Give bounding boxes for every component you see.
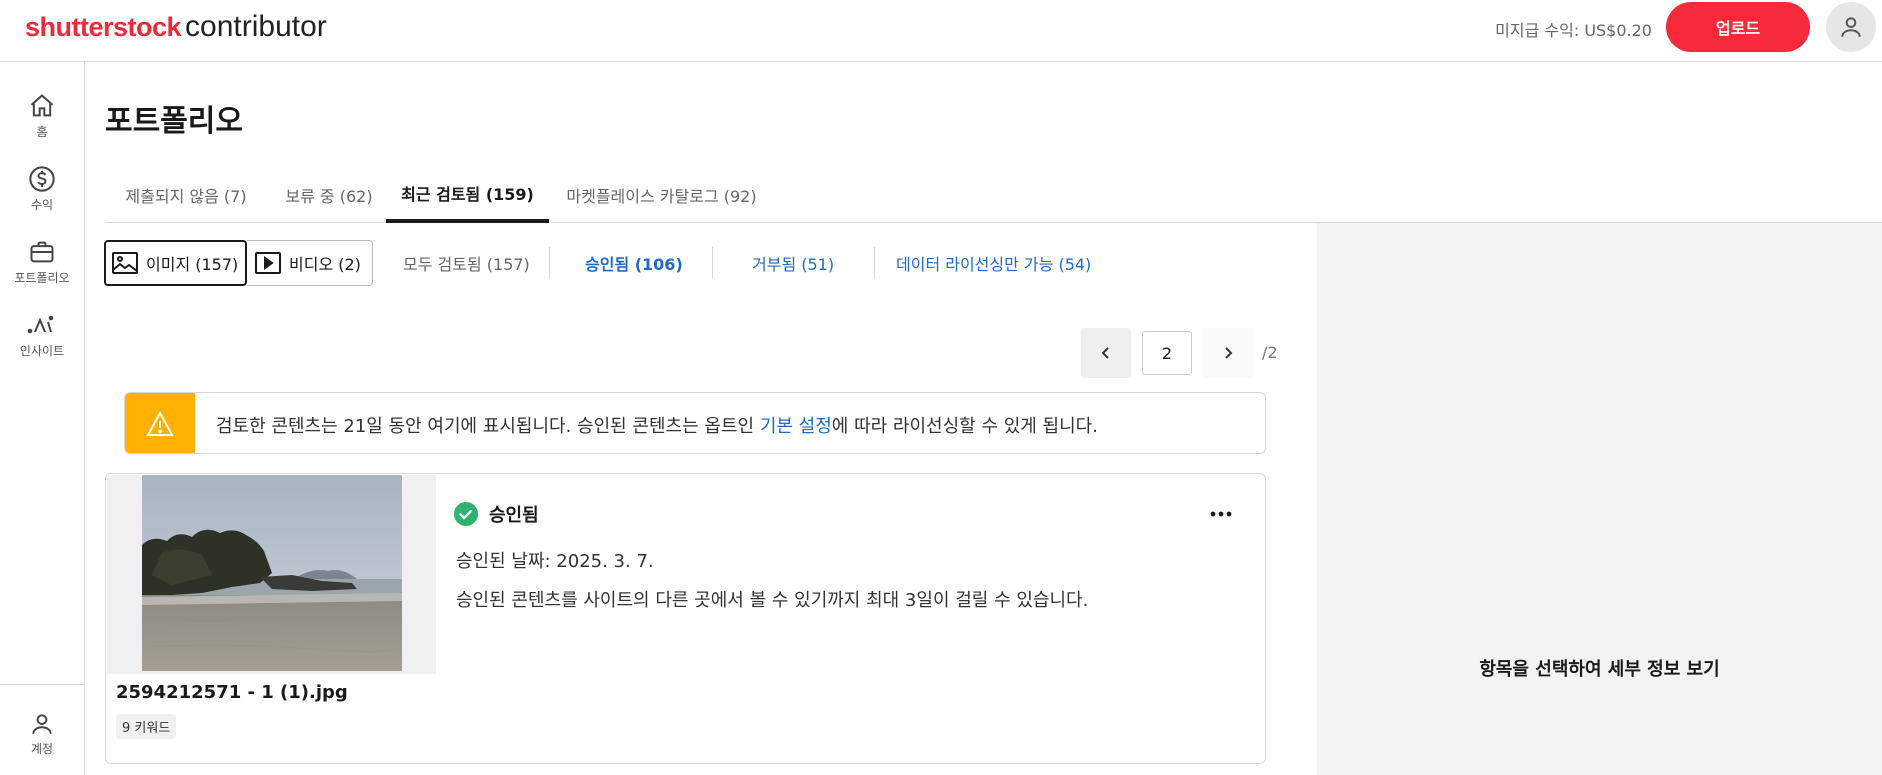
details-placeholder: 항목을 선택하여 세부 정보 보기 [1479, 659, 1720, 680]
sidebar-bottom-section: 계정 [0, 684, 84, 775]
account-avatar-button[interactable] [1826, 2, 1876, 52]
approved-date: 승인된 날짜: 2025. 3. 7. [456, 551, 654, 572]
thumbnail-container [107, 475, 436, 674]
logo-product-text: contributor [185, 10, 327, 43]
unpaid-earnings[interactable]: 미지급 수익: US$0.20 [1495, 17, 1652, 41]
page-number-input[interactable] [1142, 331, 1192, 375]
beach-photo-thumbnail [142, 475, 402, 671]
sidebar-item-label: 인사이트 [19, 344, 65, 358]
warning-icon [146, 411, 174, 436]
page-total: /2 [1262, 343, 1278, 362]
upload-button[interactable]: 업로드 [1666, 2, 1810, 52]
tab-recently-reviewed[interactable]: 최근 검토됨 (159) [386, 166, 549, 223]
logo-brand-text: shutterstock [25, 12, 182, 42]
status-label: 승인됨 [489, 505, 539, 526]
video-filter-button[interactable]: 비디오 (2) [247, 240, 373, 286]
dollar-circle-icon [29, 166, 55, 192]
sidebar-item-label: 계정 [30, 742, 54, 756]
shutterstock-contributor-logo[interactable]: shutterstock contributor [25, 10, 327, 50]
alert-icon-box [125, 393, 195, 453]
user-icon [32, 714, 52, 734]
sidebar-item-label: 홈 [36, 125, 48, 139]
tab-marketplace-catalog[interactable]: 마켓플레이스 카탈로그 (92) [553, 166, 770, 223]
sidebar-item-label: 수익 [30, 198, 54, 212]
content-item-card[interactable]: 2594212571 - 1 (1).jpg 9 키워드 승인됨 승인된 날짜:… [105, 473, 1266, 764]
sidebar-item-earnings[interactable]: 수익 [0, 165, 84, 213]
sidebar-item-insights[interactable]: 인사이트 [0, 311, 84, 359]
filter-data-licensing-only[interactable]: 데이터 라이선싱만 가능 (54) [896, 251, 1091, 275]
item-filename: 2594212571 - 1 (1).jpg [116, 682, 348, 703]
sidebar-item-account[interactable]: 계정 [0, 711, 84, 757]
sidebar: 홈 수익 포트폴리오 인사이트 계정 [0, 62, 85, 775]
alert-text-after: 에 따라 라이선싱할 수 있게 됩니다. [831, 416, 1098, 437]
image-icon [112, 252, 138, 274]
filter-divider [874, 247, 875, 279]
item-status: 승인됨 [453, 501, 539, 527]
filter-divider [549, 247, 550, 279]
image-thumbnail[interactable] [142, 475, 402, 671]
tab-not-submitted[interactable]: 제출되지 않음 (7) [105, 166, 267, 223]
sidebar-item-home[interactable]: 홈 [0, 92, 84, 140]
next-page-button[interactable] [1203, 328, 1253, 378]
filter-divider [712, 247, 713, 279]
portfolio-tabs: 제출되지 않음 (7) 보류 중 (62) 최근 검토됨 (159) 마켓플레이… [105, 166, 1882, 223]
check-circle-icon [454, 502, 478, 526]
preferences-link[interactable]: 기본 설정 [760, 416, 832, 437]
sidebar-item-label: 포트폴리오 [14, 271, 70, 285]
alert-text-before: 검토한 콘텐츠는 21일 동안 여기에 표시됩니다. 승인된 콘텐츠는 옵트인 [216, 416, 760, 437]
filter-approved[interactable]: 승인됨 (106) [585, 251, 683, 275]
home-icon [30, 94, 54, 117]
filter-rejected[interactable]: 거부됨 (51) [752, 251, 834, 275]
video-filter-label: 비디오 (2) [289, 255, 361, 274]
more-options-button[interactable] [1206, 504, 1236, 524]
top-bar: shutterstock contributor 미지급 수익: US$0.20… [0, 0, 1882, 62]
briefcase-icon [30, 241, 54, 263]
more-horizontal-icon [1210, 511, 1232, 517]
details-panel: 항목을 선택하여 세부 정보 보기 [1317, 223, 1882, 775]
approval-note: 승인된 콘텐츠를 사이트의 다른 곳에서 볼 수 있기까지 최대 3일이 걸릴 … [456, 590, 1089, 611]
video-icon [255, 252, 281, 274]
page-title: 포트폴리오 [105, 104, 243, 139]
previous-page-button[interactable] [1081, 328, 1131, 378]
image-filter-button[interactable]: 이미지 (157) [104, 240, 247, 286]
alert-message: 검토한 콘텐츠는 21일 동안 여기에 표시됩니다. 승인된 콘텐츠는 옵트인 … [216, 412, 1098, 438]
tab-pending[interactable]: 보류 중 (62) [267, 166, 391, 223]
insights-icon [27, 315, 54, 334]
info-alert: 검토한 콘텐츠는 21일 동안 여기에 표시됩니다. 승인된 콘텐츠는 옵트인 … [124, 392, 1266, 454]
sidebar-item-portfolio[interactable]: 포트폴리오 [0, 238, 84, 286]
chevron-right-icon [1225, 347, 1233, 359]
chevron-left-icon [1101, 347, 1109, 359]
user-icon [1841, 17, 1861, 37]
keywords-badge: 9 키워드 [116, 714, 177, 739]
media-type-toggle: 이미지 (157) 비디오 (2) [104, 240, 373, 286]
filter-all-reviewed[interactable]: 모두 검토됨 (157) [403, 251, 530, 275]
image-filter-label: 이미지 (157) [146, 255, 239, 274]
